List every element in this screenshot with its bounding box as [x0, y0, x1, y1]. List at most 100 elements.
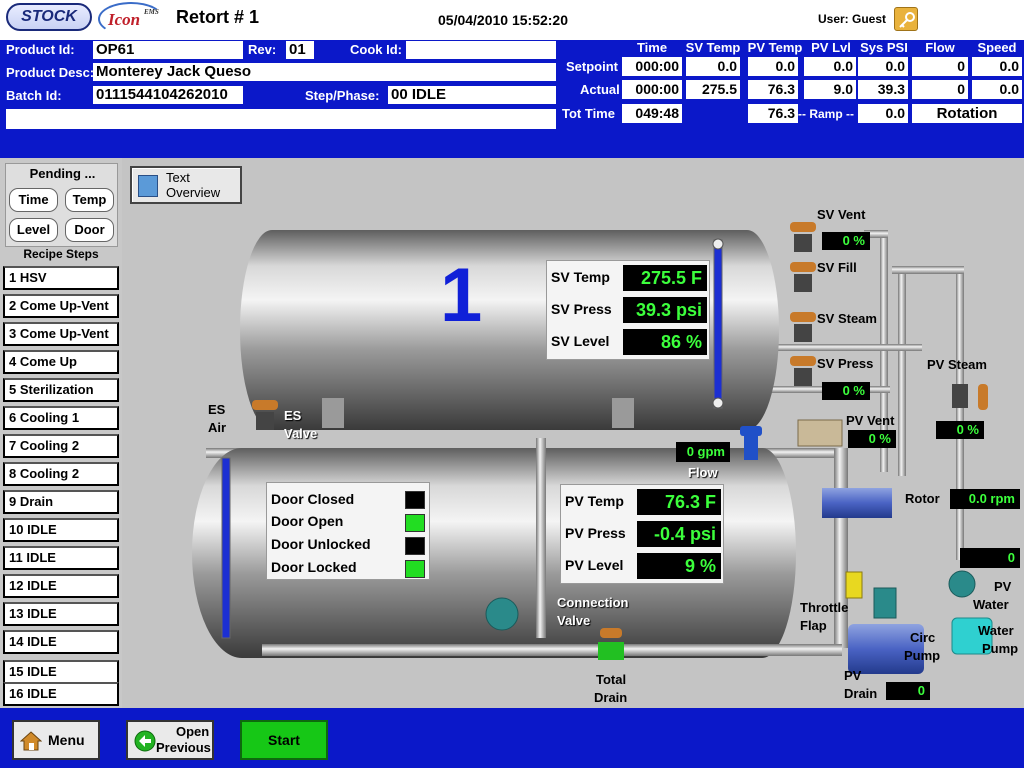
- door-unlocked-indicator: [405, 537, 425, 555]
- icon-ems-logo: Icon EMS: [96, 2, 166, 36]
- cook-id-label: Cook Id:: [350, 42, 402, 57]
- col-sys-psi: Sys PSI: [860, 40, 908, 55]
- pv-temp-readout: 76.3 F: [637, 489, 721, 515]
- pv-temp-label: PV Temp: [565, 493, 624, 509]
- es-air-label-1: ES: [208, 402, 226, 417]
- pending-level-button[interactable]: Level: [9, 218, 58, 242]
- recipe-step-15[interactable]: 15 IDLE: [3, 660, 119, 684]
- open-previous-button[interactable]: Open Previous: [126, 720, 214, 760]
- start-button[interactable]: Start: [240, 720, 328, 760]
- recipe-step-14[interactable]: 14 IDLE: [3, 630, 119, 654]
- recipe-step-10[interactable]: 10 IDLE: [3, 518, 119, 542]
- sv-press-valve-label: SV Press: [817, 356, 874, 371]
- rotor-gearbox: [797, 419, 843, 447]
- circ-return-pipe: [834, 448, 848, 648]
- setpoint-pv-lvl: 0.0: [804, 57, 856, 76]
- cook-id-field[interactable]: [406, 41, 556, 59]
- throttle-flap-label-2: Flap: [800, 618, 827, 633]
- step-phase-label: Step/Phase:: [305, 88, 380, 103]
- recipe-step-5[interactable]: 5 Sterilization: [3, 378, 119, 402]
- recipe-step-7[interactable]: 7 Cooling 2: [3, 434, 119, 458]
- actual-speed: 0.0: [972, 80, 1022, 99]
- actual-label: Actual: [580, 82, 620, 97]
- recipe-step-11[interactable]: 11 IDLE: [3, 546, 119, 570]
- sv-leg: [322, 398, 344, 428]
- rotor-readout: 0.0 rpm: [950, 489, 1020, 509]
- col-pv-temp: PV Temp: [747, 40, 803, 55]
- recipe-step-13[interactable]: 13 IDLE: [3, 602, 119, 626]
- recipe-step-2[interactable]: 2 Come Up-Vent: [3, 294, 119, 318]
- setpoint-pv-temp: 0.0: [748, 57, 798, 76]
- recipe-step-16[interactable]: 16 IDLE: [3, 682, 119, 706]
- batch-id-label: Batch Id:: [6, 88, 62, 103]
- product-id-label: Product Id:: [6, 42, 75, 57]
- fill-riser-pipe: [898, 266, 906, 476]
- text-overview-button[interactable]: Text Overview: [130, 166, 242, 204]
- setpoint-sv-temp: 0.0: [686, 57, 740, 76]
- sv-steam-branch-pipe: [762, 344, 922, 351]
- total-drain-valve[interactable]: [598, 628, 624, 660]
- actual-sys-psi: 39.3: [858, 80, 908, 99]
- product-id-field[interactable]: OP61: [93, 41, 243, 59]
- bottom-bar: Menu Open Previous Start: [0, 708, 1024, 768]
- pending-panel: Pending ... Time Temp Level Door: [5, 163, 118, 247]
- login-key-button[interactable]: [894, 7, 918, 31]
- pv-steam-valve[interactable]: [952, 384, 988, 410]
- sv-sight-glass: [713, 239, 723, 409]
- document-icon: [138, 175, 158, 197]
- throttle-flap: [845, 571, 863, 599]
- pv-water-label-1: PV: [994, 579, 1012, 594]
- pv-drain-readout: 0: [886, 682, 930, 700]
- tot-pv-temp: 76.3: [748, 104, 798, 123]
- sv-fill-valve[interactable]: [790, 262, 816, 292]
- product-desc-label: Product Desc:: [6, 65, 95, 80]
- user-label: User: Guest: [818, 12, 887, 26]
- left-panel: Pending ... Time Temp Level Door Recipe …: [0, 158, 122, 708]
- pv-drain-label-2: Drain: [844, 686, 878, 701]
- datetime: 05/04/2010 15:52:20: [438, 12, 568, 28]
- batch-id-field[interactable]: 0111544104262010: [93, 86, 243, 104]
- recipe-step-9[interactable]: 9 Drain: [3, 490, 119, 514]
- pending-door-button[interactable]: Door: [65, 218, 114, 242]
- rev-field[interactable]: 01: [286, 41, 314, 59]
- door-locked-label: Door Locked: [271, 559, 357, 575]
- recipe-step-3[interactable]: 3 Come Up-Vent: [3, 322, 119, 346]
- retort-title: Retort # 1: [176, 7, 260, 27]
- setpoint-time: 000:00: [622, 57, 682, 76]
- pending-temp-button[interactable]: Temp: [65, 188, 114, 212]
- drain-pipe: [262, 644, 842, 656]
- pv-readings-panel: PV Temp 76.3 F PV Press -0.4 psi PV Leve…: [560, 484, 724, 584]
- recipe-step-6[interactable]: 6 Cooling 1: [3, 406, 119, 430]
- step-phase-field[interactable]: 00 IDLE: [388, 86, 556, 104]
- door-open-label: Door Open: [271, 513, 344, 529]
- pending-time-button[interactable]: Time: [9, 188, 58, 212]
- back-arrow-icon: [134, 730, 156, 752]
- sv-press-valve[interactable]: [790, 356, 816, 386]
- menu-button[interactable]: Menu: [12, 720, 100, 760]
- sv-vent-valve[interactable]: [790, 222, 816, 252]
- recipe-step-1[interactable]: 1 HSV: [3, 266, 119, 290]
- recipe-step-4[interactable]: 4 Come Up: [3, 350, 119, 374]
- pv-sight-glass: [221, 457, 231, 639]
- pv-level-label: PV Level: [565, 557, 624, 573]
- pv-press-readout: -0.4 psi: [637, 521, 721, 547]
- sight-glass-fitting: [712, 397, 724, 409]
- recipe-step-12[interactable]: 12 IDLE: [3, 574, 119, 598]
- recipe-step-8[interactable]: 8 Cooling 2: [3, 462, 119, 486]
- water-pump-label-1: Water: [978, 623, 1014, 638]
- product-desc-field[interactable]: Monterey Jack Queso: [93, 63, 556, 81]
- door-closed-label: Door Closed: [271, 491, 355, 507]
- key-icon: [899, 12, 915, 28]
- water-pump-label-2: Pump: [982, 641, 1019, 656]
- flow-label: Flow: [688, 465, 718, 480]
- sv-steam-valve[interactable]: [790, 312, 816, 342]
- pending-title: Pending ...: [29, 166, 96, 181]
- pv-drain-label-1: PV: [844, 668, 862, 683]
- sv-vent-label: SV Vent: [817, 207, 866, 222]
- rotor-drive: [822, 488, 892, 518]
- setpoint-sys-psi: 0.0: [858, 57, 908, 76]
- col-speed: Speed: [977, 40, 1017, 55]
- actual-time: 000:00: [622, 80, 682, 99]
- pv-vent-label: PV Vent: [846, 413, 895, 428]
- total-drain-label-1: Total: [596, 672, 627, 687]
